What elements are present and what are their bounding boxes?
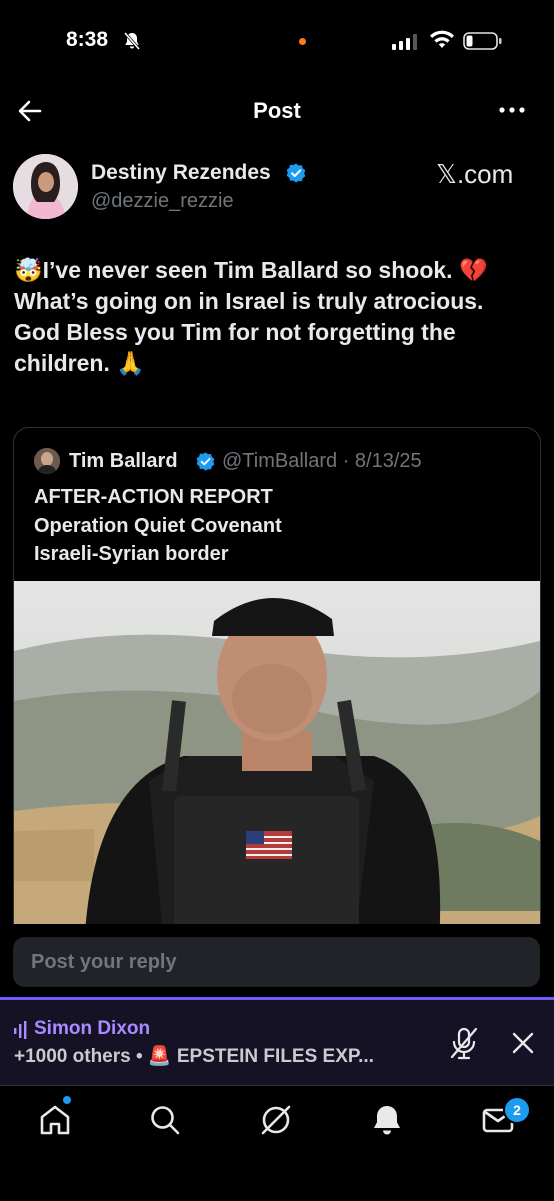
privacy-indicator-dot — [299, 38, 306, 45]
cell-signal-icon — [392, 34, 417, 50]
author-name[interactable]: Destiny Rezendes — [91, 161, 271, 185]
post-text: 🤯I’ve never seen Tim Ballard so shook. 💔… — [14, 255, 542, 379]
author-name-text: Destiny Rezendes — [91, 161, 271, 184]
space-host-name: Simon Dixon — [34, 1018, 151, 1039]
home-unread-dot — [63, 1096, 71, 1104]
audio-bars-icon — [14, 1021, 27, 1039]
verified-badge-icon — [196, 452, 215, 471]
post-text-line: What’s going on in Israel is truly atroc… — [14, 288, 484, 314]
page-title: Post — [253, 98, 301, 123]
reply-placeholder: Post your reply — [31, 951, 177, 973]
grok-icon[interactable] — [258, 1102, 294, 1138]
quoted-author-name: Tim Ballard — [69, 450, 178, 472]
quoted-text-line: Israeli-Syrian border — [34, 543, 229, 565]
home-icon[interactable] — [37, 1102, 73, 1138]
quoted-post-card[interactable]: Tim Ballard @TimBallard · 8/13/25 AFTER-… — [13, 427, 541, 949]
wifi-icon — [430, 30, 454, 48]
battery-icon — [463, 32, 502, 50]
verified-badge-icon — [286, 163, 306, 183]
quoted-author-avatar — [34, 448, 60, 474]
quoted-author-handle-date: @TimBallard · 8/13/25 — [222, 450, 422, 472]
more-options-icon[interactable] — [496, 100, 528, 120]
post-text-line: God Bless you Tim for not forgetting the — [14, 319, 456, 345]
close-icon[interactable] — [511, 1031, 535, 1055]
notifications-bell-icon[interactable] — [369, 1102, 405, 1138]
mic-off-icon[interactable] — [449, 1026, 479, 1060]
author-handle[interactable]: @dezzie_rezzie — [91, 190, 234, 213]
space-subtitle: +1000 others • 🚨 EPSTEIN FILES EXP... — [14, 1046, 374, 1067]
quoted-text-line: AFTER-ACTION REPORT — [34, 486, 273, 508]
x-com-link[interactable]: 𝕏.com — [436, 159, 513, 190]
search-icon[interactable] — [147, 1102, 183, 1138]
post-text-line: 🤯I’ve never seen Tim Ballard so shook. 💔 — [14, 257, 488, 283]
post-text-line: children. 🙏 — [14, 350, 145, 376]
status-time: 8:38 — [66, 28, 109, 51]
bell-muted-icon — [123, 32, 141, 50]
quoted-text-line: Operation Quiet Covenant — [34, 515, 282, 537]
author-avatar[interactable] — [13, 154, 78, 219]
quoted-video-thumbnail[interactable] — [14, 581, 540, 948]
messages-badge: 2 — [503, 1096, 531, 1124]
